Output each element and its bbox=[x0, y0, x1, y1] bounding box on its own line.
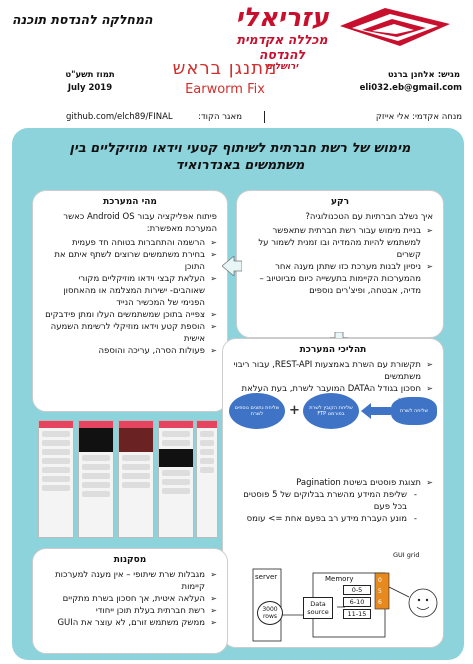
submitter-email: eli032.eb@gmail.com bbox=[359, 83, 462, 93]
background-bullet: ניסיון לבנות מערכת כזו שתתן מענה אחר מהמ… bbox=[245, 261, 433, 297]
background-title: רקע bbox=[330, 197, 350, 207]
index-cell: 6 bbox=[378, 599, 382, 606]
arrow-left-icon bbox=[361, 403, 391, 419]
conclusions-title: מסקנות bbox=[113, 555, 147, 565]
memory-cell: 11-15 bbox=[343, 609, 371, 619]
app-screenshot bbox=[78, 420, 114, 538]
system-processes-title: תהליכי המערכת bbox=[299, 345, 367, 355]
server-rows-label: 3000 rows bbox=[257, 601, 283, 625]
project-name-hebrew: מתנגן בראש bbox=[172, 58, 278, 79]
feature-bullet: הרשמה והתחברות בטוחה חד פעמית bbox=[41, 237, 217, 249]
server-label: server bbox=[255, 573, 278, 581]
college-logo-icon bbox=[340, 8, 450, 46]
pagination-diagram bbox=[252, 568, 438, 642]
app-screenshot bbox=[158, 420, 194, 538]
project-name-english: Earworm Fix bbox=[185, 82, 265, 97]
background-intro: איך נשלב חברתיות עם הטכנולוגיה? bbox=[305, 212, 433, 222]
memory-cell: 6-10 bbox=[343, 597, 371, 607]
date-hebrew: תמוז תשע"ט bbox=[65, 70, 115, 80]
academic-advisor: מנחה אקדמי: אלי אייזק bbox=[375, 112, 462, 122]
feature-bullet: פעולות הסרה, עריכה והוספה bbox=[41, 345, 217, 357]
feature-bullet: צפייה בתוכן שמשתמשים העלו ומתן פידבקים bbox=[41, 309, 217, 321]
system-description-title: מהי המערכת bbox=[103, 197, 157, 207]
conclusions-section: מסקנות מגבלות שרת שיתופי – אין מענה למער… bbox=[32, 548, 228, 654]
background-bullet: בניית מימוש עבור רשת חברתית שתאפשר למשתמ… bbox=[245, 225, 433, 261]
system-description-section: מהי המערכת פיתוח אפליקציה עבור Android O… bbox=[32, 190, 228, 412]
memory-cell: 0-5 bbox=[343, 585, 371, 595]
app-screenshot bbox=[38, 420, 74, 538]
pagination-bullet: תצוגת פוסטים בשיטת Pagination bbox=[231, 477, 433, 489]
conclusion-bullet: העלאה איטית, אך חסכון בשרת מתקיים bbox=[41, 593, 217, 605]
header-divider bbox=[264, 111, 265, 123]
conclusion-bullet: רשת חברתית בעלת תוכן ייחודי bbox=[41, 605, 217, 617]
index-cell: 5 bbox=[378, 588, 382, 595]
conclusion-bullet: מגבלות שרת שיתופי – אין מענה למערכות קיי… bbox=[41, 569, 217, 593]
memory-label: Memory bbox=[325, 575, 354, 583]
background-section: רקע איך נשלב חברתיות עם הטכנולוגיה? בניי… bbox=[236, 190, 444, 338]
poster-title: מימוש של רשת חברתית לשיתוף קטעי וידאו מו… bbox=[69, 141, 411, 173]
data-source-box: Data source bbox=[303, 597, 333, 619]
submitter-label: מגיש: אלחנן ברנט bbox=[387, 70, 460, 80]
flow-plus: + bbox=[289, 403, 300, 418]
arrow-left-icon bbox=[222, 256, 242, 276]
pagination-sub-bullet: שליפת המידע מהשרת בבלוקים של 5 פוסטים בכ… bbox=[231, 489, 419, 513]
department-title: המחלקה להנדסת תוכנה bbox=[12, 12, 153, 27]
feature-bullet: העלאת קבצי וידאו מוזיקליים מקורי שאוהבים… bbox=[41, 273, 217, 309]
process-bullet: תקשורת עם השרת באמצעות REST-API, עבור רי… bbox=[231, 359, 433, 383]
college-title: עזריאלי bbox=[235, 3, 329, 33]
app-screenshot bbox=[196, 420, 218, 538]
system-description-intro: פיתוח אפליקציה עבור Android OS כאשר המער… bbox=[63, 212, 217, 234]
index-cells: 0 5 6 bbox=[378, 575, 382, 608]
github-link[interactable]: github.com/elch89/FINAL bbox=[66, 112, 206, 122]
feature-bullet: בחירת משתמשים שרוצים לשתף איתם את התוכן bbox=[41, 249, 217, 273]
pagination-sub-bullet: מונע העברת מידע רב בפעם אחת => עומס bbox=[231, 513, 419, 525]
index-cell: 0 bbox=[378, 577, 382, 584]
conclusion-bullet: ממשק משתמש זורם, לא עוצר את הGUI bbox=[41, 617, 217, 629]
feature-bullet: הוספת קטע וידאו מוזיקלי לרשימת השמעה איש… bbox=[41, 321, 217, 345]
flow-zip-blob: שליחת הקובץ לשרת בפורמט FTP bbox=[303, 393, 359, 429]
flow-server-blob: שליחה לשרת bbox=[391, 397, 437, 425]
app-screenshot bbox=[118, 420, 154, 538]
date-english: July 2019 bbox=[67, 83, 113, 93]
system-processes-section: תהליכי המערכת תקשורת עם השרת באמצעות RES… bbox=[222, 338, 444, 648]
flow-meta-blob: שליחת נתונים נוספים לשרת bbox=[229, 393, 285, 429]
